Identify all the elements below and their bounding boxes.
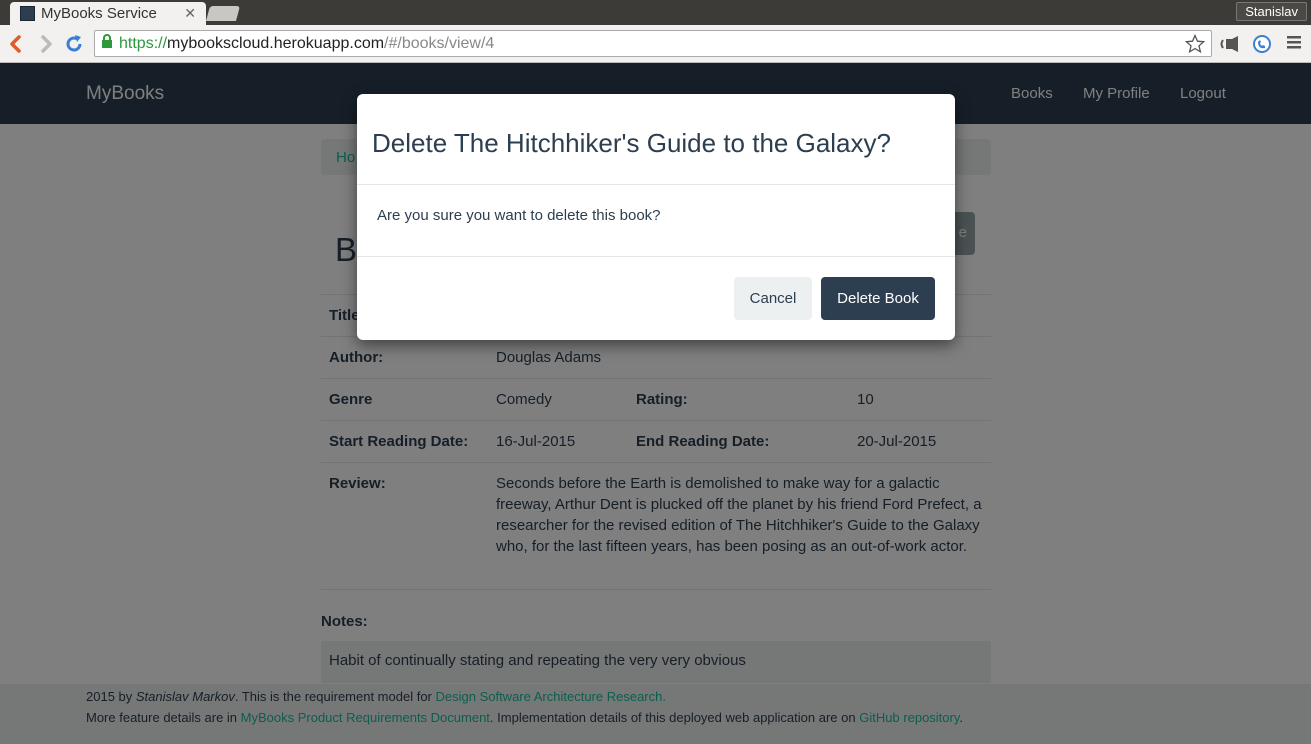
- forward-icon[interactable]: [35, 33, 57, 55]
- reload-icon[interactable]: [63, 33, 85, 55]
- tab-title: MyBooks Service: [41, 5, 157, 22]
- extension-icon[interactable]: [1252, 34, 1274, 54]
- address-bar[interactable]: https://mybookscloud.herokuapp.com/#/boo…: [94, 30, 1212, 57]
- extension-icon[interactable]: [1220, 34, 1242, 54]
- star-icon[interactable]: [1184, 33, 1206, 59]
- delete-book-button[interactable]: Delete Book: [821, 277, 935, 320]
- new-tab-button[interactable]: [205, 6, 241, 21]
- modal-header: Delete The Hitchhiker's Guide to the Gal…: [357, 94, 955, 185]
- url-text: https://mybookscloud.herokuapp.com/#/boo…: [119, 34, 495, 52]
- menu-icon[interactable]: [1286, 34, 1308, 54]
- close-icon[interactable]: ✕: [184, 5, 196, 22]
- delete-book-modal: Delete The Hitchhiker's Guide to the Gal…: [357, 94, 955, 340]
- modal-title: Delete The Hitchhiker's Guide to the Gal…: [372, 128, 891, 158]
- browser-tabbar: MyBooks Service ✕ Stanislav: [0, 0, 1311, 25]
- modal-body: Are you sure you want to delete this boo…: [357, 185, 955, 257]
- lock-icon: [101, 33, 113, 54]
- browser-toolbar: https://mybookscloud.herokuapp.com/#/boo…: [0, 25, 1311, 63]
- cancel-button[interactable]: Cancel: [734, 277, 812, 320]
- browser-tab[interactable]: MyBooks Service ✕: [10, 2, 206, 25]
- profile-button[interactable]: Stanislav: [1236, 2, 1307, 21]
- web-page: MyBooks Books My Profile Logout Ho B e T…: [0, 63, 1311, 744]
- modal-footer: Cancel Delete Book: [357, 257, 955, 339]
- back-icon[interactable]: [5, 33, 27, 55]
- favicon-icon: [20, 6, 35, 21]
